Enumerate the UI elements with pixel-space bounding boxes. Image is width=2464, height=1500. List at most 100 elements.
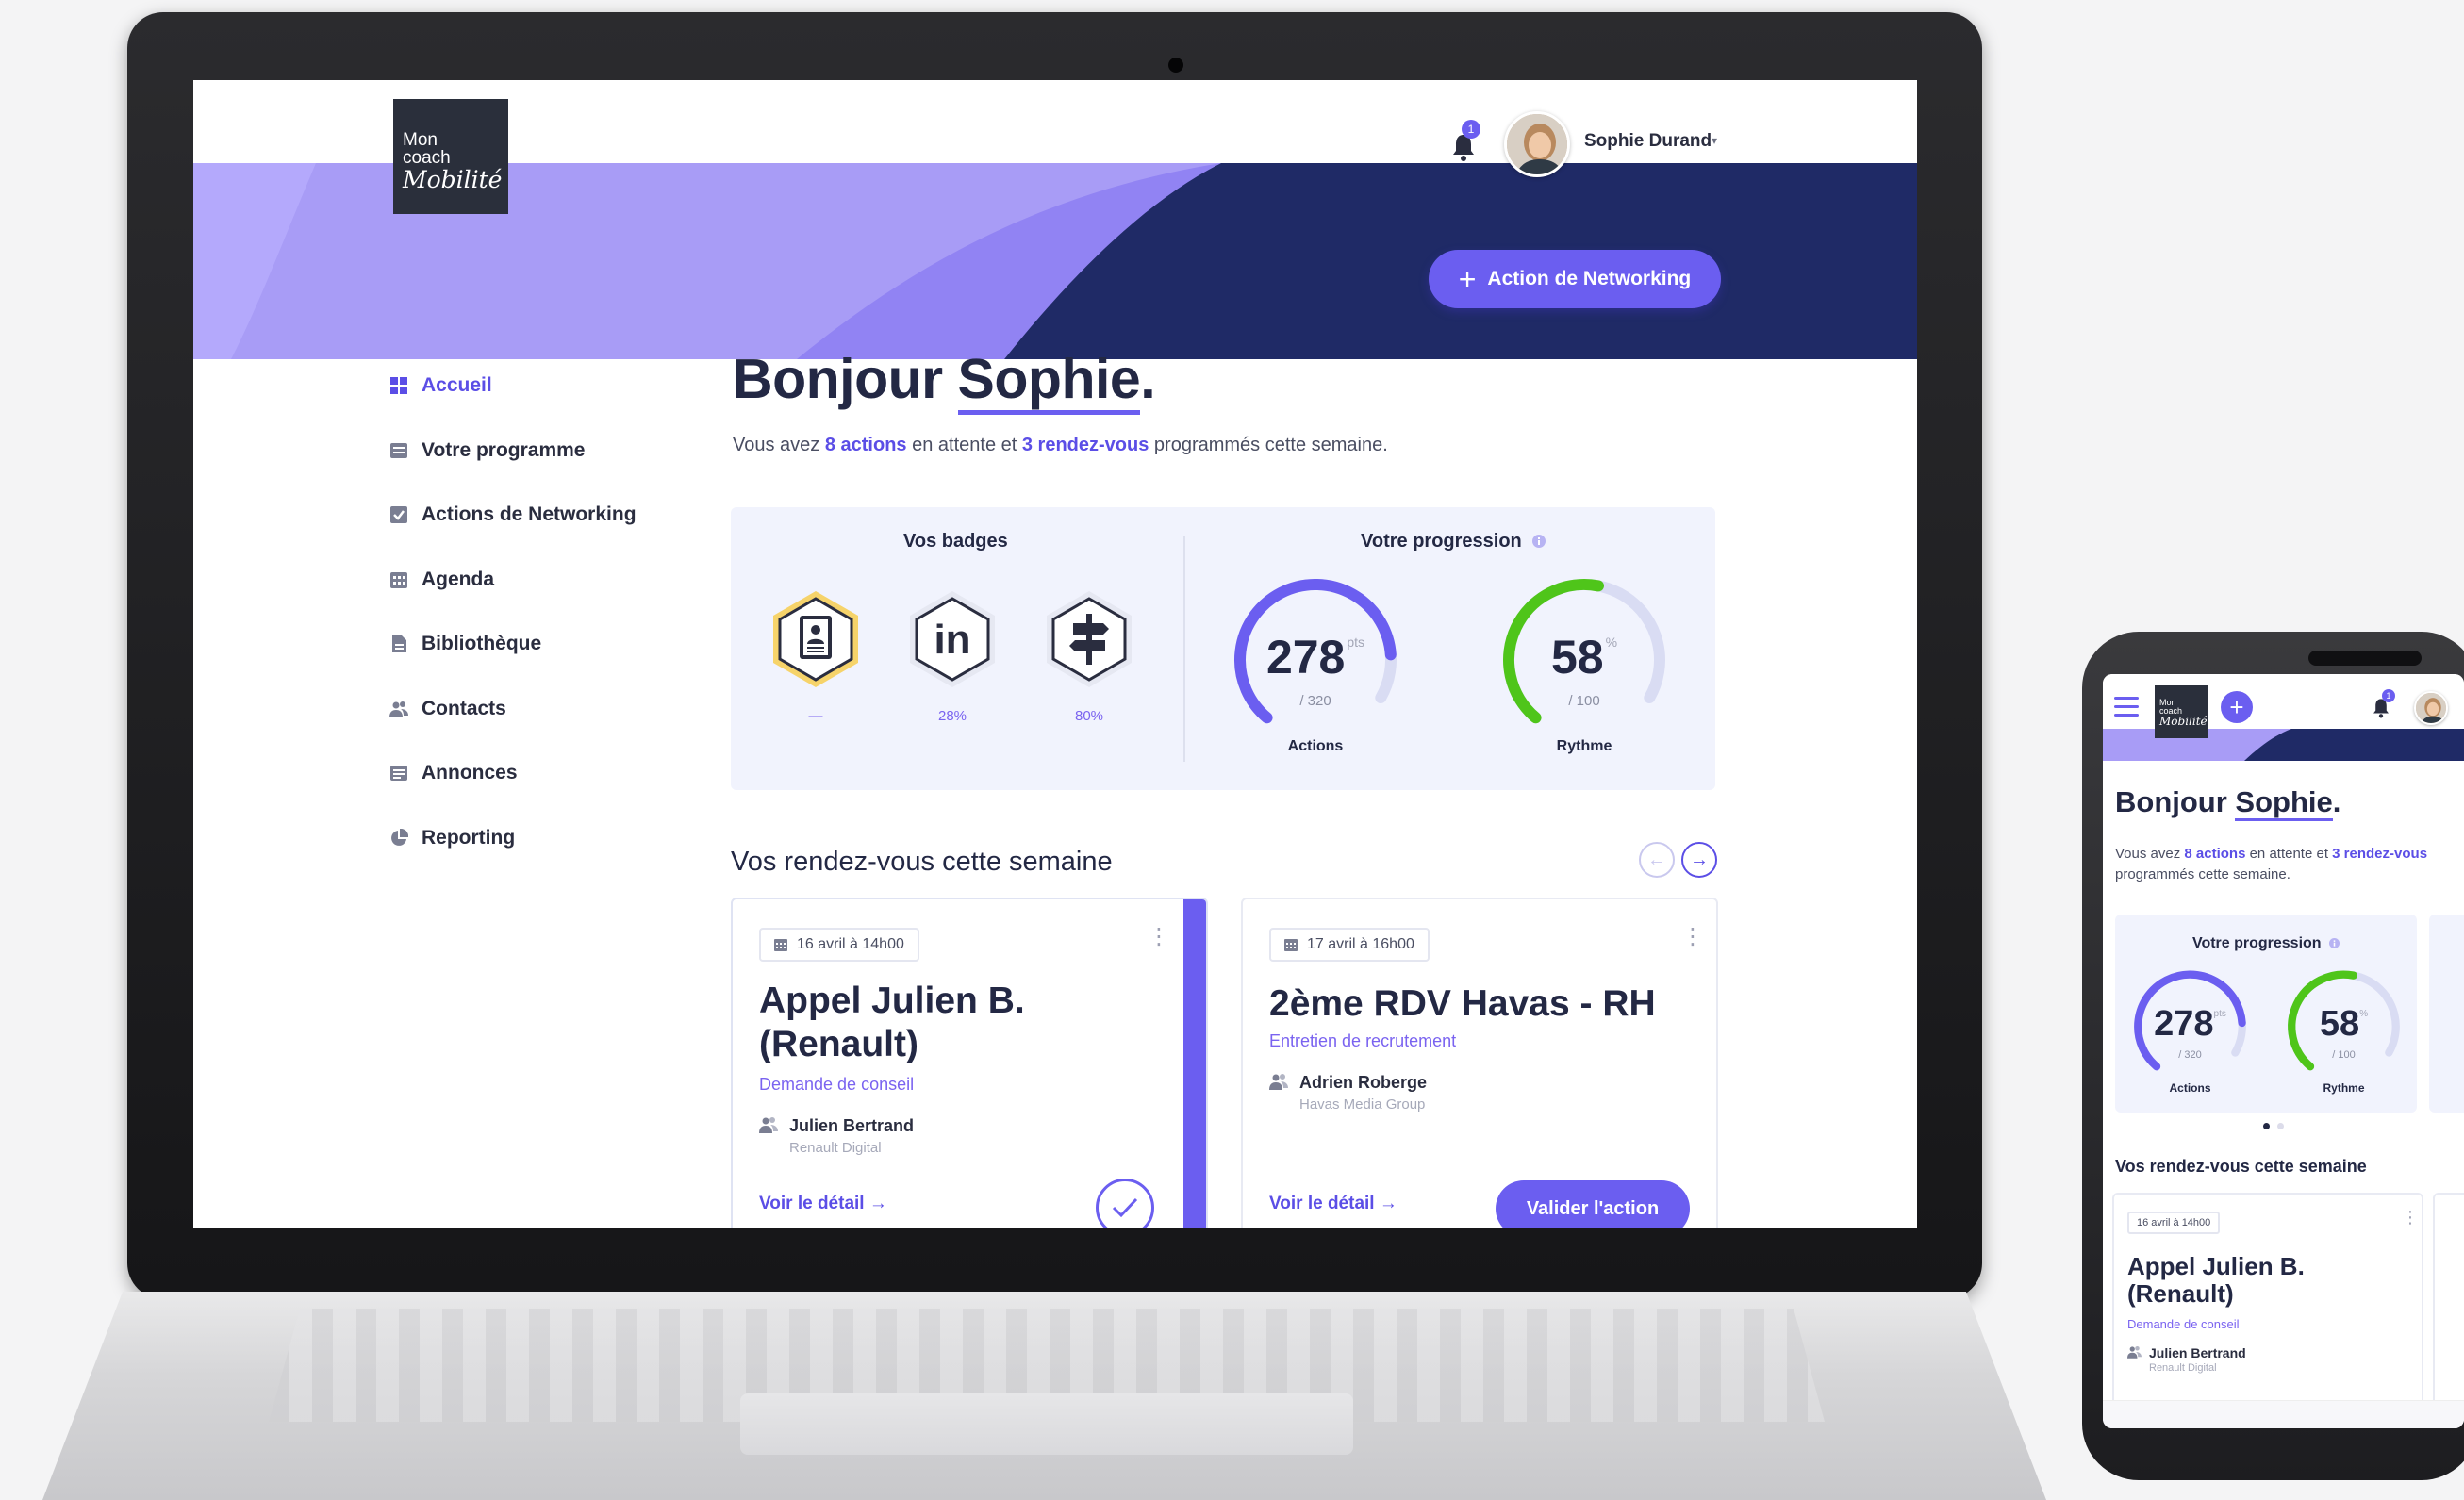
chevron-down-icon[interactable]: ▾ [1712, 134, 1717, 147]
badge-resume[interactable]: — [764, 587, 868, 724]
more-options-icon[interactable]: ⋮ [2402, 1208, 2419, 1228]
avatar[interactable] [1504, 111, 1570, 177]
grid-icon [390, 377, 407, 395]
logo-text-3: Mobilité [403, 166, 503, 193]
appointment-card[interactable]: 17 avril à 16h00 ⋮ 2ème RDV Havas - RH E… [1241, 898, 1718, 1228]
selected-accent [1183, 899, 1206, 1228]
appointment-contact: Adrien Roberge Havas Media Group [1269, 1073, 1427, 1113]
gauge-rythme: 58% / 100 Rythme [2275, 966, 2412, 1098]
appointments-title: Vos rendez-vous cette semaine [2115, 1157, 2367, 1176]
appointment-card-peek[interactable] [2433, 1193, 2464, 1428]
progression-title: Votre progression [1361, 531, 1546, 552]
gauge-actions: 278pts / 320 Actions [1216, 573, 1414, 762]
arrow-right-icon[interactable]: → [1681, 842, 1717, 878]
validate-action-button[interactable]: Valider l'action [1496, 1180, 1690, 1228]
list-icon [390, 442, 407, 458]
sidebar-item-contacts[interactable]: Contacts [389, 677, 653, 742]
notification-count-badge: 1 [1462, 120, 1480, 139]
more-options-icon[interactable]: ⋮ [1148, 926, 1170, 948]
linkedin-icon: in [910, 591, 995, 687]
sidebar-item-label: Contacts [422, 697, 506, 719]
appointment-type: Demande de conseil [759, 1075, 915, 1094]
appointment-card[interactable]: 16 avril à 14h00 ⋮ Appel Julien B. (Rena… [2112, 1193, 2423, 1428]
mobile-badges-panel-peek[interactable] [2429, 915, 2464, 1113]
appointments-title: Vos rendez-vous cette semaine [731, 847, 1113, 877]
sidebar-item-accueil[interactable]: Accueil [389, 354, 653, 419]
badge-signpost[interactable]: 80% [1037, 587, 1141, 724]
stats-divider [1183, 536, 1185, 762]
sidebar-item-label: Agenda [422, 568, 495, 590]
hamburger-menu-icon[interactable] [2114, 697, 2139, 722]
logo-text-2: coach [403, 148, 451, 168]
phone-speaker [2308, 651, 2422, 666]
sidebar-item-reporting[interactable]: Reporting [389, 806, 653, 871]
page-title: Bonjour Sophie. [2115, 785, 2340, 821]
info-icon[interactable] [1532, 535, 1546, 548]
logo-text-1: Mon [403, 130, 438, 150]
notification-count-badge: 1 [2382, 689, 2395, 702]
svg-text:in: in [934, 617, 970, 663]
user-name[interactable]: Sophie Durand [1584, 131, 1712, 152]
laptop-keyboard-base [42, 1292, 2046, 1500]
resume-icon [773, 591, 858, 687]
mobile-header: Mon coach Mobilité + 1 [2103, 674, 2464, 761]
people-icon [2127, 1346, 2142, 1359]
greeting-summary: Vous avez 8 actions en attente et 3 rend… [2115, 846, 2428, 882]
gauge-max: / 100 [1568, 693, 1600, 709]
appointment-type: Entretien de recrutement [1269, 1031, 1457, 1050]
plus-icon: + [1458, 262, 1477, 296]
people-icon [1269, 1074, 1288, 1090]
gauge-max: / 320 [1299, 693, 1331, 709]
sidebar-item-label: Reporting [422, 826, 516, 849]
mobile-progression-panel: Votre progression 278pts / 320 Actions 5… [2115, 915, 2417, 1113]
sidebar-item-label: Bibliothèque [422, 633, 542, 655]
stats-panel: Vos badges — in 28% 80% Votre progressio… [731, 507, 1715, 790]
arrow-left-icon[interactable]: ← [1639, 842, 1675, 878]
document-icon [392, 635, 406, 653]
sidebar-item-bibliotheque[interactable]: Bibliothèque [389, 612, 653, 677]
add-networking-action-button[interactable]: + Action de Networking [1429, 250, 1721, 308]
app-logo[interactable]: Mon coach Mobilité [2155, 685, 2208, 738]
info-icon[interactable] [2329, 938, 2340, 948]
greeting-user-name: Sophie [957, 348, 1141, 415]
greeting-summary: Vous avez 8 actions en attente et 3 rend… [733, 435, 1388, 455]
camera [1168, 58, 1183, 73]
more-options-icon[interactable]: ⋮ [1681, 926, 1704, 948]
calendar-icon [1284, 939, 1298, 951]
sidebar-item-label: Votre programme [422, 438, 586, 461]
mark-done-button[interactable] [1096, 1179, 1154, 1228]
sidebar-item-agenda[interactable]: Agenda [389, 548, 653, 613]
carousel-dots[interactable] [2263, 1123, 2284, 1129]
calendar-icon [390, 571, 407, 588]
appointment-date: 17 avril à 16h00 [1269, 928, 1430, 962]
mobile-screen: Mon coach Mobilité + 1 Bonjour Sophie. V… [2103, 674, 2464, 1428]
checkbox-icon [390, 506, 407, 524]
people-icon [389, 701, 408, 717]
trackpad [740, 1393, 1353, 1455]
sidebar-item-votre-programme[interactable]: Votre programme [389, 419, 653, 484]
app-logo[interactable]: Mon coach Mobilité [393, 99, 508, 214]
badge-value: 80% [1074, 708, 1104, 724]
appointments-link[interactable]: 3 rendez-vous [1022, 435, 1149, 455]
avatar[interactable] [2414, 691, 2448, 725]
view-detail-link[interactable]: Voir le détail → [1269, 1194, 1397, 1214]
desktop-screen: Mon coach Mobilité 1 Sophie Durand ▾ + A… [193, 80, 1917, 1228]
sidebar: Accueil Votre programme Actions de Netwo… [389, 354, 653, 870]
appointment-title: Appel Julien B. (Renault) [2127, 1252, 2305, 1308]
appointment-type: Demande de conseil [2127, 1317, 2240, 1331]
sidebar-item-actions-networking[interactable]: Actions de Networking [389, 483, 653, 548]
gauge-actions: 278pts / 320 Actions [2122, 966, 2258, 1098]
badge-linkedin[interactable]: in 28% [901, 587, 1004, 724]
page-title: Bonjour Sophie. [733, 347, 1156, 415]
view-detail-link[interactable]: Voir le détail → [759, 1194, 887, 1214]
badges-title: Vos badges [903, 531, 1008, 552]
badge-value: — [808, 708, 823, 724]
check-icon [1112, 1197, 1138, 1218]
sidebar-item-annonces[interactable]: Annonces [389, 741, 653, 806]
gauge-label: Actions [1287, 738, 1344, 754]
plus-icon[interactable]: + [2221, 691, 2253, 723]
appointment-contact: Julien Bertrand Renault Digital [2127, 1345, 2246, 1374]
appointment-card[interactable]: 16 avril à 14h00 ⋮ Appel Julien B. (Rena… [731, 898, 1208, 1228]
pie-chart-icon [391, 828, 408, 846]
pending-actions-link[interactable]: 8 actions [825, 435, 907, 455]
